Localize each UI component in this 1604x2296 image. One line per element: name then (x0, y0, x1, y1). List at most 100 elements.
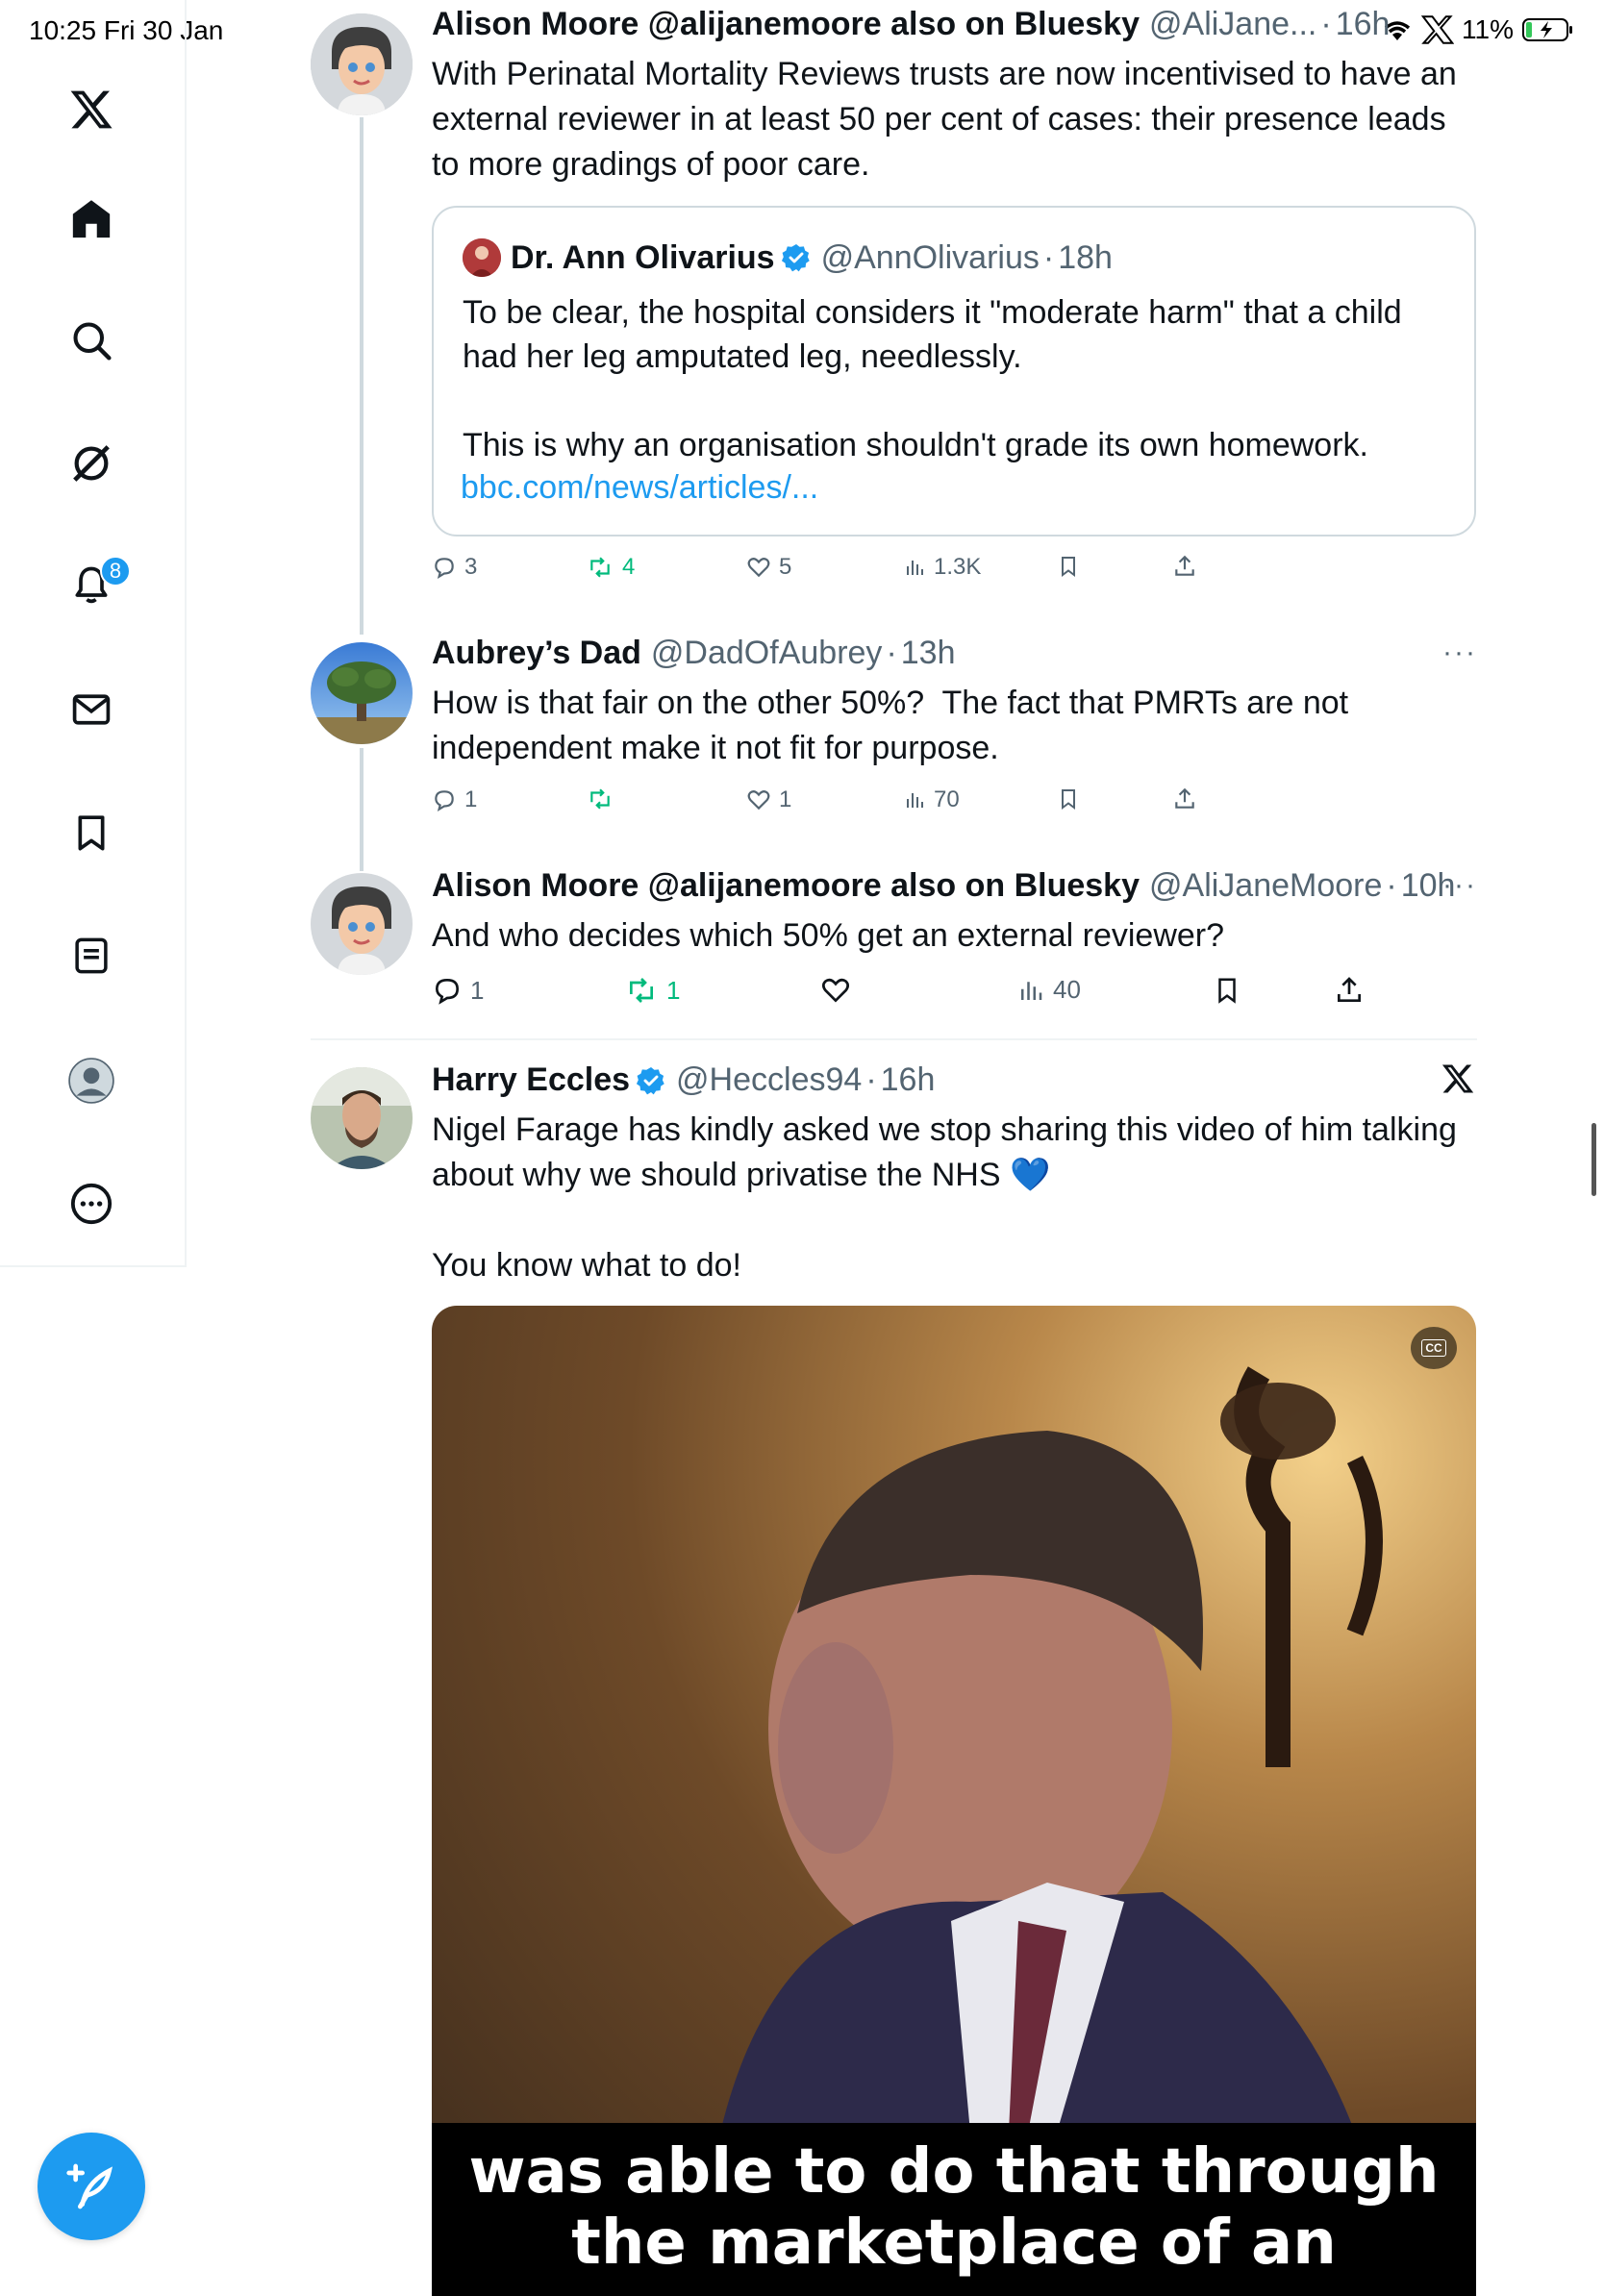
heart-icon (822, 978, 849, 1003)
thread-connector (360, 117, 363, 635)
reply-count: 1 (464, 786, 478, 812)
bookmarks-icon[interactable] (66, 808, 116, 858)
tweet-text: With Perinatal Mortality Reviews trusts … (432, 56, 1466, 183)
video-player[interactable]: CC was able to do that through the marke… (432, 1306, 1476, 2296)
separator-dot: · (865, 1061, 877, 1098)
author-name[interactable]: Aubrey’s Dad (432, 635, 641, 672)
author-handle[interactable]: @AliJaneMoore (1149, 867, 1382, 905)
avatar[interactable] (311, 642, 413, 744)
quote-link[interactable]: bbc.com/news/articles/... (461, 465, 1509, 511)
post-time[interactable]: 16h (1336, 6, 1391, 43)
avatar[interactable] (311, 873, 413, 975)
bookmark-icon (1218, 978, 1236, 1004)
bookmark-button[interactable] (1057, 786, 1080, 811)
post-time[interactable]: 16h (881, 1061, 936, 1099)
reply-icon (435, 978, 460, 1005)
reply-icon (435, 790, 454, 812)
like-button[interactable]: 1 (746, 786, 791, 813)
home-icon[interactable] (66, 194, 116, 244)
x-logo-icon[interactable] (1441, 1061, 1475, 1101)
post-time[interactable]: 13h (901, 635, 956, 672)
thread-connector (360, 748, 363, 871)
separator-dot: · (886, 635, 897, 671)
quote-text: To be clear, the hospital considers it "… (463, 294, 1402, 463)
separator-dot: · (1320, 6, 1332, 42)
separator-dot: · (1386, 867, 1397, 904)
reply-count: 1 (470, 975, 485, 1005)
like-button[interactable]: 5 (746, 554, 791, 581)
closed-captions-button[interactable]: CC (1411, 1327, 1457, 1369)
share-button[interactable] (1334, 975, 1365, 1006)
like-button[interactable] (820, 975, 859, 1006)
feather-plus-icon (66, 2163, 113, 2209)
repost-count: 1 (666, 975, 681, 1005)
views-chart-icon (1021, 981, 1042, 1000)
tweet-text: Nigel Farage has kindly asked we stop sh… (432, 1111, 1457, 1284)
tweet-actions: 1 1 70 (432, 786, 1480, 825)
x-logo-icon[interactable] (66, 85, 116, 135)
search-icon[interactable] (66, 315, 116, 365)
avatar[interactable] (311, 1067, 413, 1169)
quote-header: Dr. Ann Olivarius @AnnOlivarius · 18h (463, 238, 1113, 277)
more-options-icon[interactable]: ··· (1442, 636, 1477, 669)
more-options-icon[interactable]: ··· (1442, 869, 1477, 902)
tweet-header: Aubrey’s Dad @DadOfAubrey · 13h (432, 635, 956, 672)
battery-icon (1522, 18, 1572, 41)
compose-post-button[interactable] (38, 2133, 145, 2240)
views-chart-icon (907, 793, 923, 808)
reply-button[interactable]: 1 (432, 786, 477, 813)
video-frame (720, 1366, 1383, 2133)
share-icon (1175, 555, 1194, 576)
messages-envelope-icon[interactable] (66, 685, 116, 735)
notifications-badge: 8 (100, 556, 131, 586)
tweet-divider (311, 1038, 1477, 1040)
views-button[interactable]: 1.3K (903, 554, 981, 581)
share-button[interactable] (1172, 554, 1197, 579)
tweet-actions: 3 4 5 1.3K (432, 554, 1480, 592)
sidebar: 8 (0, 0, 187, 1267)
more-circle-icon[interactable] (66, 1179, 116, 1229)
tweet-header: Alison Moore @alijanemoore also on Blues… (432, 6, 1390, 43)
profile-avatar-icon[interactable] (66, 1056, 116, 1106)
reply-button[interactable]: 1 (432, 975, 484, 1006)
views-button[interactable]: 40 (1016, 975, 1081, 1005)
tweet-text: And who decides which 50% get an externa… (432, 917, 1225, 954)
share-button[interactable] (1172, 786, 1197, 811)
cc-label: CC (1421, 1339, 1446, 1357)
repost-icon (630, 978, 653, 1003)
scrollbar[interactable] (1591, 1123, 1596, 1196)
battery-percent: 11% (1462, 14, 1514, 44)
bookmark-button[interactable] (1213, 975, 1241, 1006)
quote-author-name: Dr. Ann Olivarius (511, 238, 775, 276)
views-count: 40 (1053, 975, 1081, 1004)
author-handle[interactable]: @AliJane... (1149, 6, 1316, 43)
reply-count: 3 (464, 554, 478, 580)
repost-count: 4 (622, 554, 636, 580)
reply-icon (435, 558, 454, 580)
repost-button[interactable] (586, 786, 622, 811)
views-count: 1.3K (934, 554, 982, 580)
tweet-header: Alison Moore @alijanemoore also on Blues… (432, 867, 1455, 905)
share-icon (1338, 977, 1361, 1002)
views-chart-icon (907, 561, 923, 575)
share-icon (1175, 787, 1194, 809)
author-handle[interactable]: @Heccles94 (676, 1061, 862, 1099)
views-count: 70 (934, 786, 960, 812)
repost-button[interactable]: 1 (624, 975, 680, 1006)
reply-button[interactable]: 3 (432, 554, 477, 581)
views-button[interactable]: 70 (903, 786, 960, 813)
like-count: 1 (779, 786, 792, 812)
author-name[interactable]: Alison Moore @alijanemoore also on Blues… (432, 6, 1140, 43)
author-handle[interactable]: @DadOfAubrey (651, 635, 883, 672)
avatar[interactable] (311, 13, 413, 115)
video-caption: was able to do that through the marketpl… (432, 2123, 1476, 2296)
tweet-header: Harry Eccles @Heccles94 · 16h (432, 1061, 935, 1099)
repost-button[interactable]: 4 (586, 554, 635, 581)
lists-icon[interactable] (66, 931, 116, 981)
like-count: 5 (779, 554, 792, 580)
author-name[interactable]: Harry Eccles (432, 1061, 630, 1099)
bookmark-button[interactable] (1057, 554, 1080, 579)
tweet-text: How is that fair on the other 50%? The f… (432, 685, 1358, 766)
grok-icon[interactable] (66, 438, 116, 488)
author-name[interactable]: Alison Moore @alijanemoore also on Blues… (432, 867, 1140, 905)
